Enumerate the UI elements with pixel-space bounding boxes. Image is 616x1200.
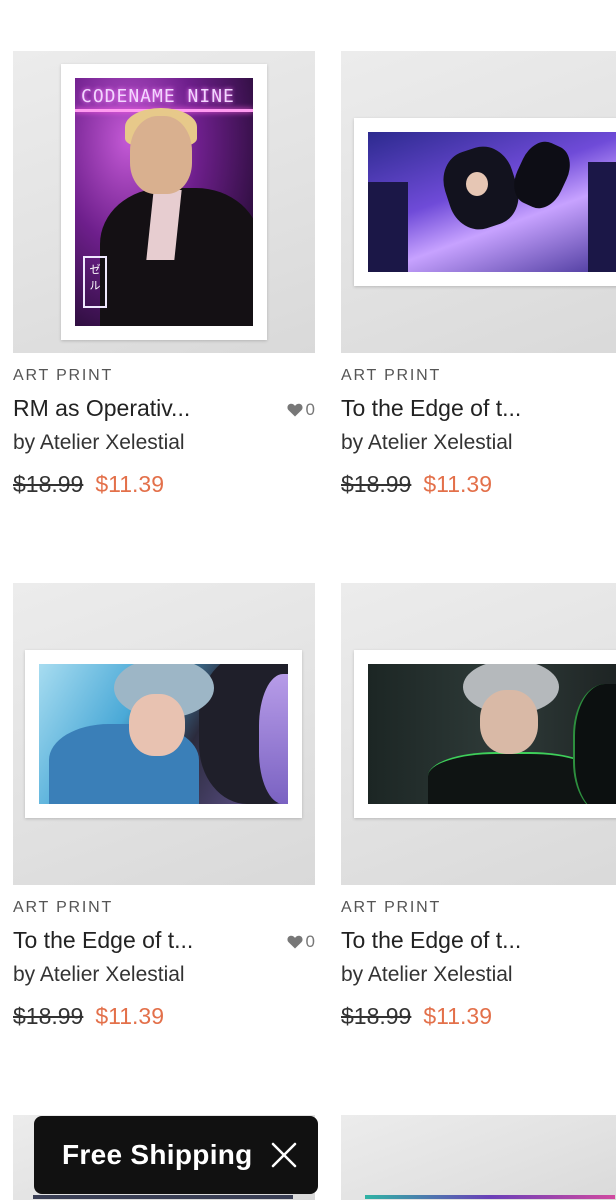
heart-icon [286,403,303,417]
product-title[interactable]: To the Edge of t... [341,927,573,954]
artist-byline[interactable]: by Atelier Xelestial [341,963,513,987]
like-button[interactable]: 0 [286,400,315,420]
like-count: 0 [305,400,315,419]
figure-head [130,116,192,194]
price-row: $18.99 $11.39 [13,1003,164,1030]
product-thumbnail[interactable] [341,1115,616,1200]
price-row: $18.99 $11.39 [341,471,492,498]
product-type: ART PRINT [341,367,442,384]
product-card-partial[interactable] [341,1115,616,1200]
sale-price: $11.39 [423,471,492,497]
sale-price: $11.39 [95,1003,164,1029]
product-title[interactable]: RM as Operativ... [13,395,245,422]
product-title[interactable]: To the Edge of t... [341,395,573,422]
product-card[interactable]: ART PRINT To the Edge of t... 0 by Ateli… [341,583,616,1029]
product-type: ART PRINT [341,899,442,916]
product-thumbnail[interactable] [341,583,616,885]
product-title[interactable]: To the Edge of t... [13,927,245,954]
product-thumbnail[interactable]: CODENAME NINE ゼル [13,51,315,353]
figure-hair [259,674,288,804]
print-frame [354,118,616,286]
print-frame: CODENAME NINE ゼル [61,64,267,340]
figure-face [466,172,488,196]
artwork-title-text: CODENAME NINE [81,86,235,107]
original-price: $18.99 [341,471,412,497]
figure [573,684,616,804]
product-thumbnail[interactable] [13,583,315,885]
heart-icon [286,935,303,949]
close-icon[interactable] [270,1141,298,1169]
sale-price: $11.39 [95,471,164,497]
artwork-seal: ゼル [83,256,107,308]
product-type: ART PRINT [13,899,114,916]
product-grid-page: CODENAME NINE ゼル ART PRINT RM as Operati… [0,0,616,1200]
sale-price: $11.39 [423,1003,492,1029]
free-shipping-toast[interactable]: Free Shipping [34,1116,318,1194]
building [588,162,616,272]
artwork-image [39,664,288,804]
artwork-image [33,1195,293,1199]
artist-byline[interactable]: by Atelier Xelestial [341,431,513,455]
product-card[interactable]: ART PRINT To the Edge of t... 0 by Ateli… [13,583,315,1029]
price-row: $18.99 $11.39 [341,1003,492,1030]
artwork-image: CODENAME NINE ゼル [75,78,253,326]
like-count: 0 [305,932,315,951]
product-card[interactable]: CODENAME NINE ゼル ART PRINT RM as Operati… [13,51,315,497]
figure-face [129,694,185,756]
price-row: $18.99 $11.39 [13,471,164,498]
product-thumbnail[interactable] [341,51,616,353]
artwork-image [368,664,616,804]
artist-byline[interactable]: by Atelier Xelestial [13,431,185,455]
original-price: $18.99 [13,471,84,497]
artwork-image [368,132,616,272]
building [368,182,408,272]
product-card[interactable]: ART PRINT To the Edge of t... 0 by Ateli… [341,51,616,497]
toast-label: Free Shipping [62,1139,253,1170]
print-frame [25,650,302,818]
product-type: ART PRINT [13,367,114,384]
original-price: $18.99 [13,1003,84,1029]
print-frame [354,650,616,818]
like-button[interactable]: 0 [286,932,315,952]
original-price: $18.99 [341,1003,412,1029]
figure-face [480,690,538,754]
artist-byline[interactable]: by Atelier Xelestial [13,963,185,987]
artwork-image [365,1195,615,1199]
